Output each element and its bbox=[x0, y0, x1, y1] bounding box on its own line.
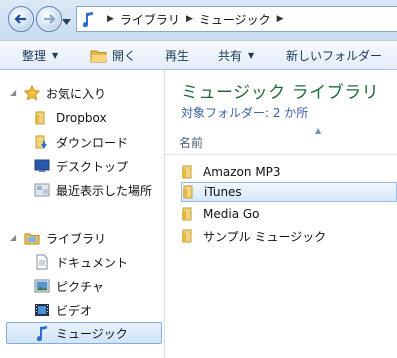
open-button[interactable]: 開く bbox=[90, 41, 136, 70]
play-label: 再生 bbox=[165, 49, 190, 63]
video-icon bbox=[34, 302, 50, 318]
nav-item-label: ピクチャ bbox=[56, 279, 104, 294]
chevron-down-icon: ▼ bbox=[52, 51, 59, 60]
nav-item-label: デスクトップ bbox=[56, 159, 129, 174]
document-icon bbox=[34, 254, 50, 270]
list-item[interactable]: iTunes bbox=[181, 182, 397, 202]
nav-item-label: ミュージック bbox=[56, 326, 128, 341]
folder-icon bbox=[34, 110, 50, 126]
folder-icon bbox=[182, 185, 198, 199]
library-icon bbox=[24, 230, 40, 246]
list-item-label: iTunes bbox=[204, 185, 242, 199]
star-icon bbox=[24, 85, 40, 101]
library-title: ミュージック ライブラリ bbox=[181, 83, 380, 103]
list-item[interactable]: サンプル ミュージック bbox=[181, 226, 397, 246]
content-pane: ミュージック ライブラリ 対象フォルダー: 2 か所 ▲ 名前 Amazon M… bbox=[165, 70, 397, 358]
breadcrumb[interactable]: ▶ ライブラリ ▶ ミュージック ▶ bbox=[76, 6, 397, 32]
open-label: 開く bbox=[112, 49, 137, 63]
folder-icon bbox=[181, 165, 197, 179]
chevron-down-icon: ▼ bbox=[248, 51, 255, 60]
list-item-label: Amazon MP3 bbox=[203, 165, 281, 179]
download-folder-icon bbox=[34, 134, 50, 150]
nav-favorites-label: お気に入り bbox=[46, 86, 107, 101]
new-folder-button[interactable]: 新しいフォルダー bbox=[286, 41, 382, 70]
recent-pages-dropdown[interactable] bbox=[62, 14, 71, 28]
collapse-icon[interactable]: ◢ bbox=[10, 88, 16, 97]
forward-button[interactable] bbox=[36, 6, 62, 32]
nav-favorites[interactable]: お気に入り bbox=[24, 82, 187, 104]
back-button[interactable] bbox=[8, 6, 34, 32]
new-folder-label: 新しいフォルダー bbox=[286, 49, 383, 63]
open-folder-icon bbox=[90, 49, 108, 63]
chevron-down-icon bbox=[62, 19, 71, 25]
command-bar: 整理 ▼ 開く 再生 共有 ▼ 新しいフォルダー bbox=[0, 40, 397, 70]
breadcrumb-separator[interactable]: ▶ bbox=[107, 14, 114, 24]
column-header-name[interactable]: 名前 bbox=[179, 134, 203, 151]
breadcrumb-music[interactable]: ミュージック bbox=[199, 11, 271, 28]
nav-libraries-label: ライブラリ bbox=[46, 231, 107, 246]
nav-item-label: ドキュメント bbox=[56, 255, 129, 270]
column-divider bbox=[165, 154, 397, 155]
back-arrow-icon bbox=[14, 14, 26, 24]
breadcrumb-separator[interactable]: ▶ bbox=[277, 14, 284, 24]
organize-label: 整理 bbox=[22, 49, 47, 63]
forward-arrow-icon bbox=[44, 14, 56, 24]
navigation-pane: ◢ お気に入り Dropbox ダウンロード デスクトップ 最近表示した場所 ◢ bbox=[0, 70, 165, 358]
folder-icon bbox=[181, 207, 197, 221]
nav-item-label: ビデオ bbox=[56, 303, 93, 318]
nav-item-label: Dropbox bbox=[56, 111, 107, 125]
collapse-icon[interactable]: ◢ bbox=[10, 233, 16, 242]
nav-item-music[interactable]: ミュージック bbox=[6, 322, 162, 344]
address-bar: ▶ ライブラリ ▶ ミュージック ▶ bbox=[0, 0, 397, 40]
nav-item-label: 最近表示した場所 bbox=[56, 183, 153, 198]
list-item-label: サンプル ミュージック bbox=[203, 229, 327, 244]
music-icon bbox=[34, 325, 50, 341]
list-item-label: Media Go bbox=[203, 207, 260, 221]
included-locations-link[interactable]: 対象フォルダー: 2 か所 bbox=[181, 104, 308, 121]
music-note-icon bbox=[81, 11, 95, 27]
breadcrumb-separator[interactable]: ▶ bbox=[186, 14, 193, 24]
list-item[interactable]: Amazon MP3 bbox=[181, 162, 397, 182]
nav-item-label: ダウンロード bbox=[56, 135, 129, 150]
picture-icon bbox=[34, 278, 50, 294]
share-button[interactable]: 共有 ▼ bbox=[218, 41, 254, 70]
organize-button[interactable]: 整理 ▼ bbox=[22, 41, 58, 70]
folder-icon bbox=[181, 229, 197, 243]
breadcrumb-libraries[interactable]: ライブラリ bbox=[120, 11, 180, 28]
sort-arrow-icon: ▲ bbox=[315, 126, 322, 135]
play-button[interactable]: 再生 bbox=[165, 41, 189, 70]
desktop-icon bbox=[34, 158, 50, 174]
nav-libraries[interactable]: ライブラリ bbox=[24, 227, 187, 249]
recent-places-icon bbox=[34, 182, 50, 198]
list-item[interactable]: Media Go bbox=[181, 204, 397, 224]
share-label: 共有 bbox=[218, 49, 243, 63]
